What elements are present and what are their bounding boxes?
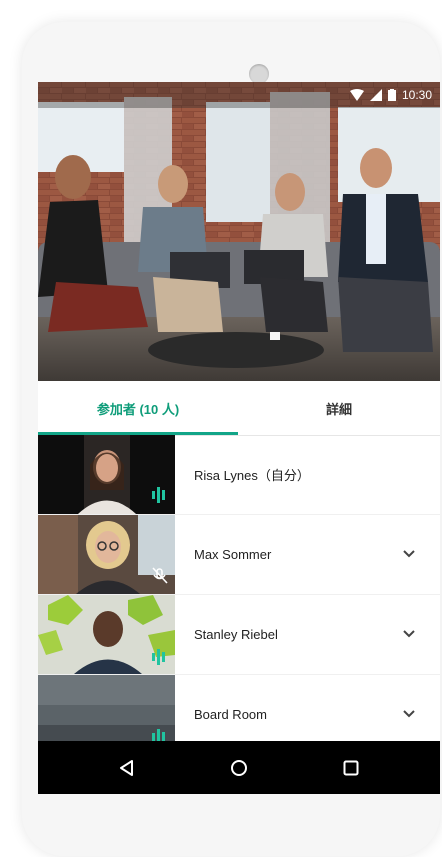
- back-triangle-icon: [120, 760, 133, 776]
- participant-video: [38, 515, 175, 594]
- android-nav-bar: [38, 741, 440, 794]
- status-time: 10:30: [401, 88, 432, 102]
- tab-participants[interactable]: 参加者 (10 人): [38, 381, 238, 435]
- home-circle-icon: [231, 760, 247, 776]
- chevron-down-icon[interactable]: [400, 545, 418, 563]
- participant-row[interactable]: Stanley Riebel: [38, 595, 440, 675]
- battery-icon: [387, 89, 396, 101]
- participant-name: Risa Lynes（自分）: [194, 468, 310, 483]
- home-button[interactable]: [224, 753, 254, 783]
- meeting-room-image: [38, 82, 440, 381]
- participant-video: [38, 595, 175, 674]
- participant-avatar: [38, 595, 175, 674]
- chevron-down-icon[interactable]: [400, 625, 418, 643]
- wifi-icon: [349, 89, 364, 101]
- tab-participants-label: 参加者 (10 人): [96, 401, 180, 417]
- back-button[interactable]: [112, 753, 142, 783]
- main-video[interactable]: 10:30: [38, 82, 440, 381]
- tab-details[interactable]: 詳細: [238, 381, 440, 435]
- participant-row[interactable]: Risa Lynes（自分）: [38, 435, 440, 515]
- chevron-down-icon[interactable]: [400, 705, 418, 723]
- participant-video: [38, 435, 175, 514]
- app-screen: 10:30 参加者 (10 人) 詳細 Risa Lynes（自分） Max S…: [38, 82, 440, 794]
- front-camera: [249, 64, 269, 84]
- tab-bar: 参加者 (10 人) 詳細: [38, 381, 440, 436]
- participant-name: Max Sommer: [194, 547, 272, 562]
- participant-name: Stanley Riebel: [194, 627, 278, 642]
- recents-square-icon: [343, 760, 359, 776]
- tab-details-label: 詳細: [325, 401, 352, 417]
- signal-icon: [369, 89, 382, 101]
- participant-avatar: [38, 435, 175, 514]
- participant-avatar: [38, 515, 175, 594]
- participant-list: Risa Lynes（自分） Max Sommer Stanley Riebel…: [38, 435, 440, 755]
- participant-row[interactable]: Max Sommer: [38, 515, 440, 595]
- recents-button[interactable]: [336, 753, 366, 783]
- status-bar: 10:30: [38, 82, 440, 108]
